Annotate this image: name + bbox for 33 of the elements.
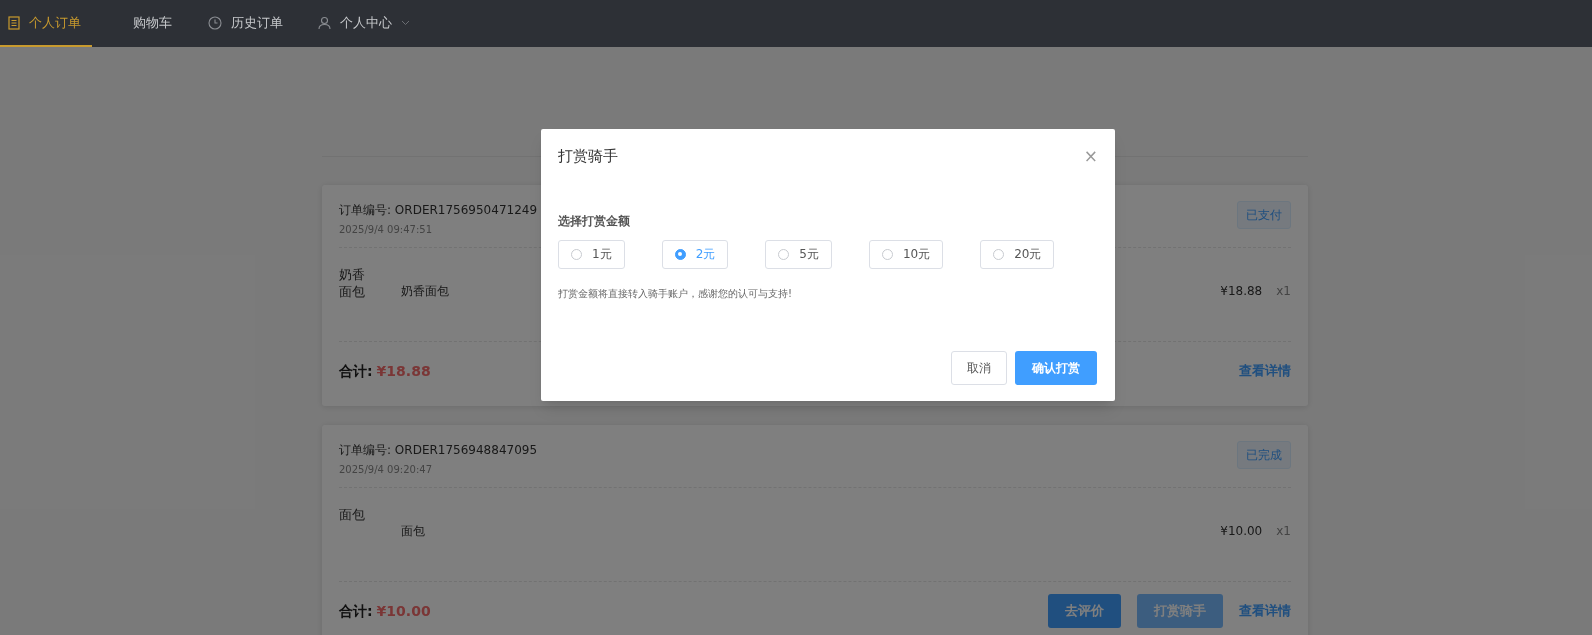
status-tag: 已支付 <box>1237 201 1291 229</box>
user-icon <box>318 15 331 30</box>
dialog-title: 打赏骑手 <box>558 146 618 167</box>
broken-image: 面包 <box>339 506 366 523</box>
document-icon <box>8 15 20 30</box>
nav-tab[interactable]: 个人订单 <box>0 0 92 47</box>
product-price: ¥10.00 <box>1220 523 1263 540</box>
hint-text: 打赏金额将直接转入骑手账户，感谢您的认可与支持! <box>558 286 793 301</box>
product-quantity: x1 <box>1276 283 1291 300</box>
nav-tab[interactable]: 个人中心 <box>283 0 410 47</box>
product-name: 面包 <box>401 523 425 540</box>
order-number: 订单编号: ORDER1756948847095 <box>339 442 538 459</box>
nav-tab[interactable]: 购物车 <box>92 0 172 47</box>
field-label: 选择打赏金额 <box>558 212 631 230</box>
total-amount: ¥18.88 <box>376 361 431 381</box>
radio-option[interactable]: 1元 <box>558 239 625 269</box>
clock-icon <box>208 15 222 30</box>
radio-option[interactable]: 10元 <box>868 239 944 269</box>
order-number: 订单编号: ORDER1756950471249 <box>339 202 538 219</box>
order-time: 2025/9/4 09:47:51 <box>339 223 433 237</box>
total-label: 合计: <box>339 361 373 381</box>
product-price: ¥18.88 <box>1220 283 1263 300</box>
product-quantity: x1 <box>1276 523 1291 540</box>
cancel-button[interactable]: 取消 <box>951 351 1007 385</box>
radio-option[interactable]: 20元 <box>980 239 1055 269</box>
order-time: 2025/9/4 09:20:47 <box>339 463 433 477</box>
radio-option[interactable]: 5元 <box>765 239 832 269</box>
broken-image: 奶香面包 <box>339 266 366 300</box>
product-name: 奶香面包 <box>401 283 449 300</box>
nav-tab[interactable]: 历史订单 <box>172 0 283 47</box>
total-amount: ¥10.00 <box>376 601 431 621</box>
total-label: 合计: <box>339 601 373 621</box>
status-tag: 已完成 <box>1237 441 1291 469</box>
